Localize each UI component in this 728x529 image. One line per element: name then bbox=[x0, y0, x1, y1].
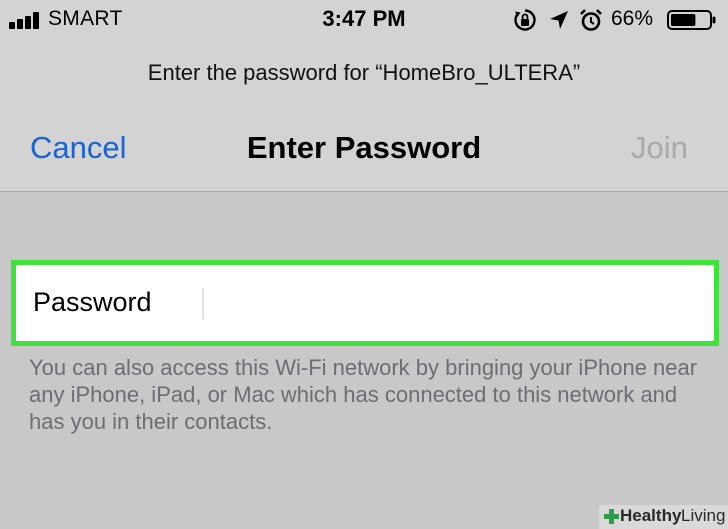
battery-percent: 66% bbox=[611, 7, 654, 30]
helper-text: You can also access this Wi-Fi network b… bbox=[29, 355, 698, 434]
watermark-logo: Healthy Living bbox=[599, 505, 728, 529]
password-label: Password bbox=[33, 287, 152, 317]
alarm-clock-icon bbox=[579, 8, 603, 32]
status-bar: SMART 3:47 PM 66% bbox=[0, 0, 728, 40]
watermark-bold-text: Healthy bbox=[620, 506, 682, 525]
cancel-button[interactable]: Cancel bbox=[30, 130, 127, 166]
join-button[interactable]: Join bbox=[631, 130, 688, 166]
password-header: Enter the password for “HomeBro_ULTERA” … bbox=[0, 40, 728, 192]
battery-icon bbox=[667, 10, 717, 30]
watermark-regular-text: Living bbox=[681, 506, 726, 525]
network-prompt: Enter the password for “HomeBro_ULTERA” bbox=[147, 60, 581, 85]
password-field-row[interactable]: Password bbox=[11, 260, 719, 346]
location-arrow-icon bbox=[547, 8, 571, 32]
orientation-lock-icon bbox=[513, 8, 537, 32]
health-cross-icon bbox=[604, 509, 619, 524]
password-input[interactable] bbox=[199, 282, 705, 322]
